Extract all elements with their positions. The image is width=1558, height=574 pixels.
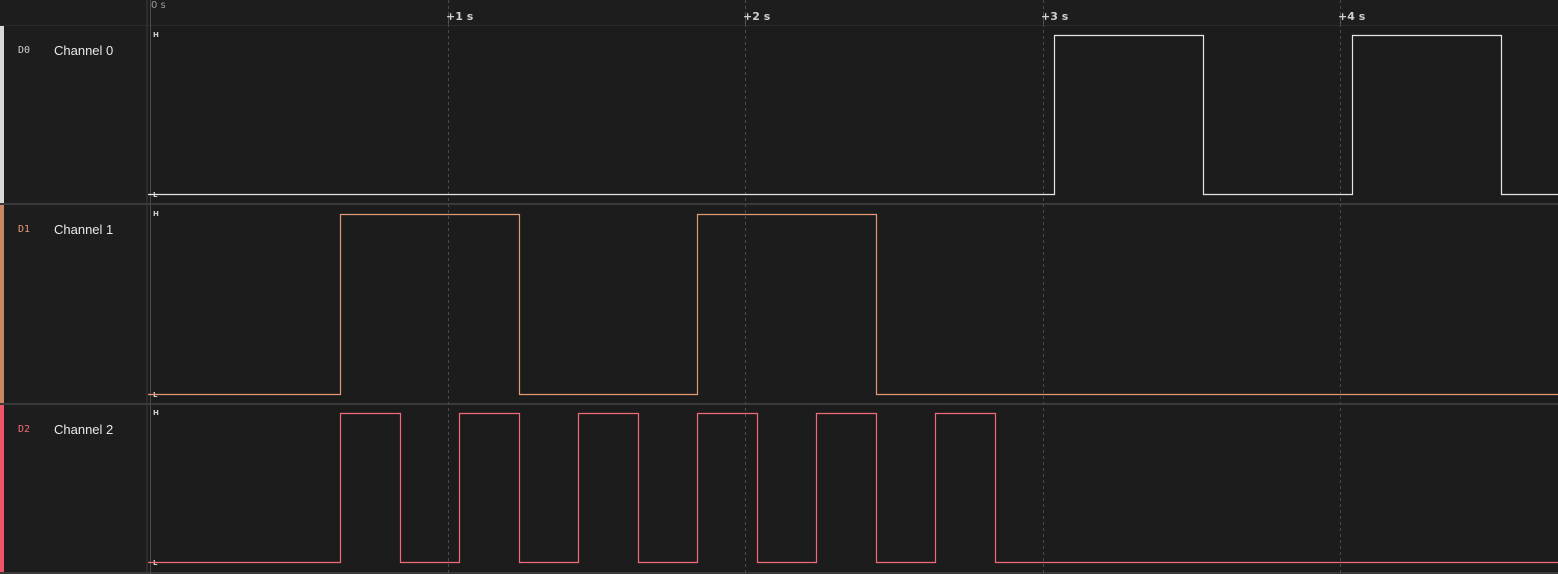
waveform-d1: [148, 213, 1558, 396]
waveform-d0: [148, 34, 1558, 196]
level-high-marker-d2: H: [153, 409, 159, 417]
waveform-d2: [148, 412, 1558, 564]
waveform-view[interactable]: HLHLHL: [0, 0, 1558, 574]
level-high-marker-d0: H: [153, 31, 159, 39]
level-high-marker-d1: H: [153, 210, 159, 218]
